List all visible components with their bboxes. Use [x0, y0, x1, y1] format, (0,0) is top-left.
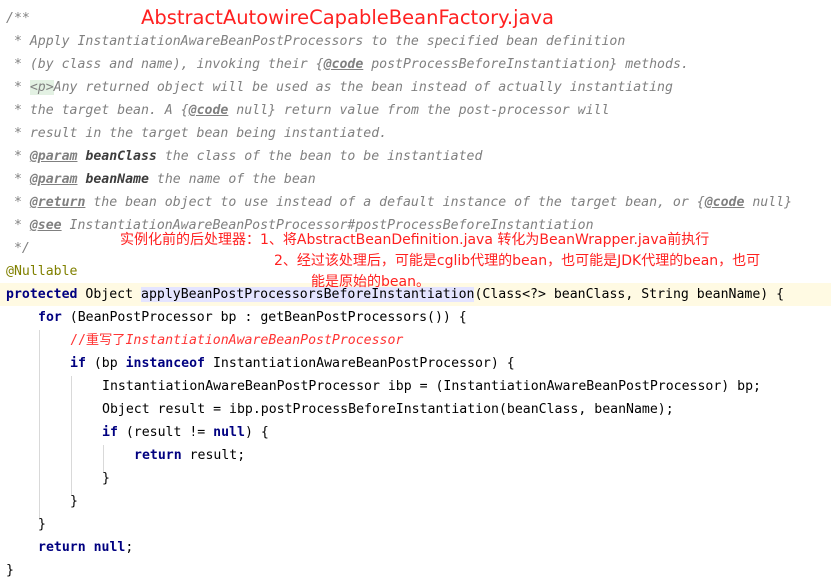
javadoc-line: * Apply InstantiationAwareBeanPostProces… [6, 34, 626, 49]
closing-brace: } [38, 517, 46, 532]
closing-brace: } [102, 471, 110, 486]
javadoc-line: * result in the target bean being instan… [6, 126, 388, 141]
nullable-annotation: @Nullable [6, 264, 78, 279]
result-declaration: Object result = ibp.postProcessBeforeIns… [102, 402, 674, 417]
if-instanceof: if (bp instanceof InstantiationAwareBean… [70, 356, 515, 371]
javadoc-line: * the target bean. A {@code null} return… [6, 103, 610, 118]
javadoc-line: * (by class and name), invoking their {@… [6, 57, 689, 72]
return-result: return result; [134, 448, 246, 463]
indent-guide [39, 330, 40, 520]
note-line-3: 能是原始的bean。 [311, 274, 430, 290]
note-line-2: 2、经过该处理后，可能是cglib代理的bean，也可能是JDK代理的bean，… [274, 253, 761, 269]
return-null: return null; [38, 540, 134, 555]
note-line-1: 实例化前的后处理器：1、将AbstractBeanDefinition.java… [120, 232, 710, 248]
inline-comment: //重写了InstantiationAwareBeanPostProcessor [70, 333, 404, 348]
javadoc-open: /** [6, 11, 30, 26]
javadoc-line: * <p>Any returned object will be used as… [6, 80, 673, 95]
if-result-not-null: if (result != null) { [102, 425, 269, 440]
indent-guide [71, 376, 72, 496]
ibp-declaration: InstantiationAwareBeanPostProcessor ibp … [102, 379, 761, 394]
code-editor[interactable]: /** * Apply InstantiationAwareBeanPostPr… [0, 0, 831, 584]
javadoc-param: * @param beanClass the class of the bean… [6, 149, 483, 164]
javadoc-return: * @return the bean object to use instead… [6, 195, 793, 210]
closing-brace: } [70, 494, 78, 509]
javadoc-close: */ [6, 241, 30, 256]
for-statement: for (BeanPostProcessor bp : getBeanPostP… [38, 310, 467, 325]
closing-brace: } [6, 563, 14, 578]
file-title-annotation: AbstractAutowireCapableBeanFactory.java [141, 6, 554, 29]
javadoc-param: * @param beanName the name of the bean [6, 172, 316, 187]
